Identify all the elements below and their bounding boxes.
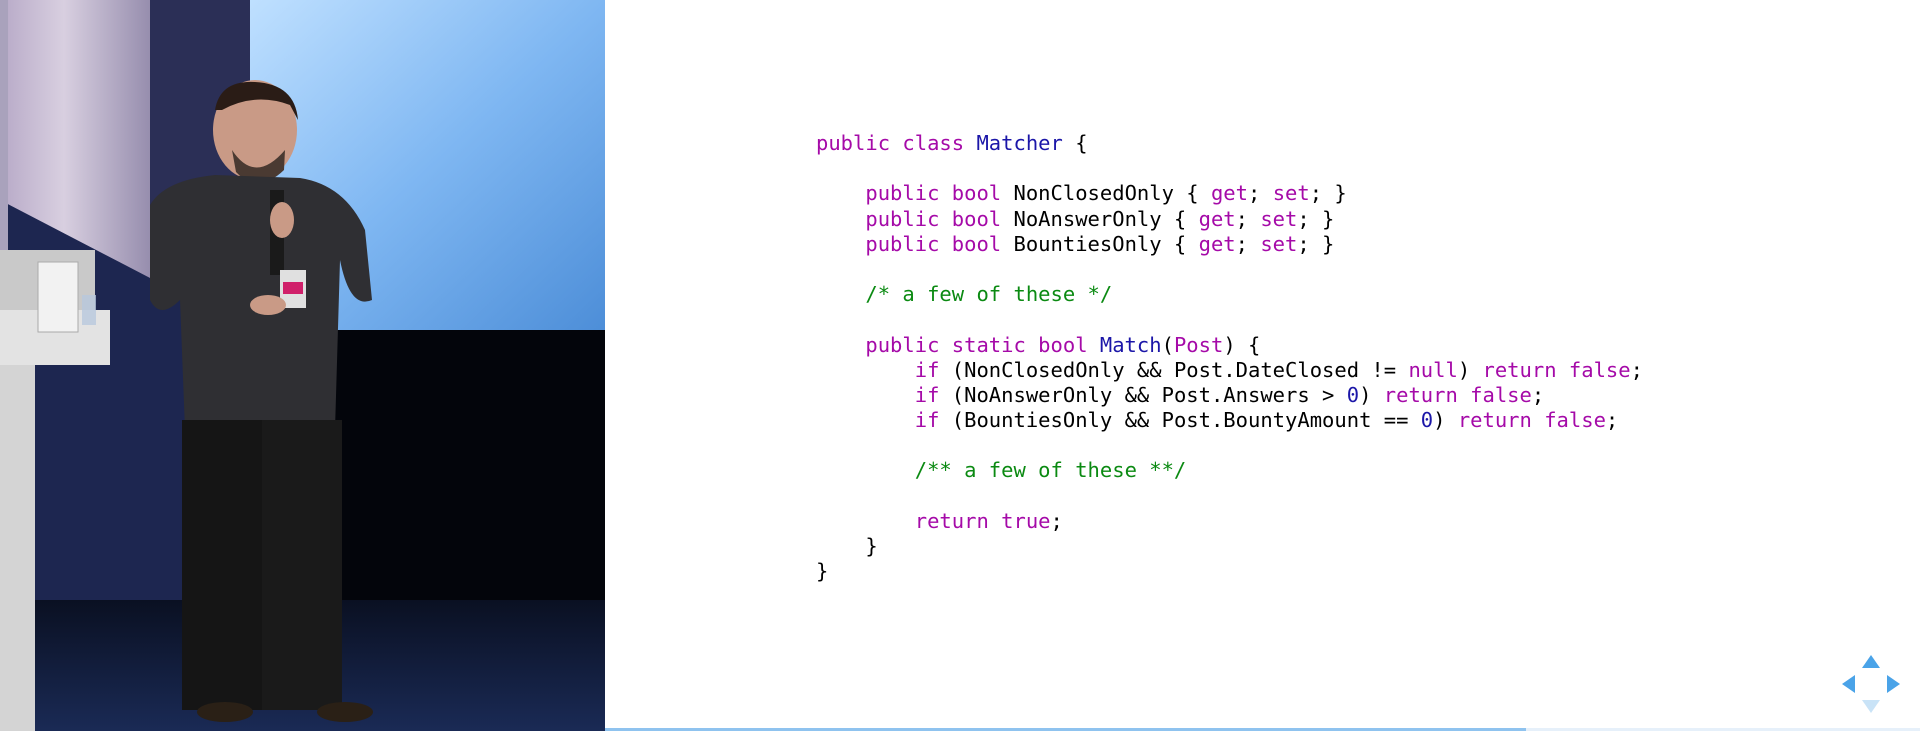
- code-token: 0: [1420, 408, 1434, 433]
- code-token: get: [1198, 206, 1236, 231]
- nav-left-icon[interactable]: [1842, 675, 1855, 693]
- code-token: Post: [1173, 332, 1224, 357]
- code-token: public bool: [865, 231, 1014, 256]
- code-line: if (NonClosedOnly && Post.DateClosed != …: [816, 358, 1643, 383]
- speaker-video: [0, 0, 605, 731]
- code-token: BountiesOnly {: [1013, 231, 1199, 256]
- code-token: /* a few of these */: [865, 282, 1113, 307]
- code-token: /** a few of these **/: [914, 458, 1187, 483]
- code-token: (NonClosedOnly && Post.DateClosed !=: [951, 357, 1409, 382]
- code-token: ) {: [1223, 332, 1261, 357]
- code-block: public class Matcher { public bool NonCl…: [816, 131, 1643, 584]
- code-token: ; }: [1309, 181, 1347, 206]
- code-token: ; }: [1297, 206, 1335, 231]
- code-line: public bool BountiesOnly { get; set; }: [816, 232, 1643, 257]
- code-token: ): [1433, 408, 1458, 433]
- nav-down-icon[interactable]: [1862, 700, 1880, 713]
- code-token: public bool: [865, 206, 1014, 231]
- code-token: 0: [1346, 382, 1360, 407]
- code-token: (NoAnswerOnly && Post.Answers >: [951, 382, 1347, 407]
- code-token: set: [1260, 231, 1298, 256]
- code-line: }: [816, 534, 1643, 559]
- slide-navigation-controls: [1842, 655, 1900, 713]
- code-token: public static bool: [865, 332, 1100, 357]
- code-token: (: [1161, 332, 1174, 357]
- code-line: }: [816, 559, 1643, 584]
- code-token: return false: [1383, 382, 1532, 407]
- code-token: public class: [816, 131, 977, 155]
- slide: public class Matcher { public bool NonCl…: [605, 0, 1920, 731]
- code-token: get: [1210, 181, 1248, 206]
- code-token: ): [1457, 357, 1483, 382]
- code-token: set: [1260, 206, 1298, 231]
- code-token: ;: [1630, 357, 1643, 382]
- code-token: ;: [1235, 231, 1261, 256]
- nav-up-icon[interactable]: [1862, 655, 1880, 668]
- code-token: }: [816, 559, 829, 584]
- code-line: /* a few of these */: [816, 282, 1643, 307]
- code-token: Matcher: [976, 131, 1063, 155]
- code-token: ;: [1605, 408, 1619, 433]
- code-token: null: [1408, 357, 1458, 382]
- code-token: ;: [1531, 382, 1545, 407]
- code-token: ;: [1248, 181, 1273, 206]
- code-token: ;: [1050, 508, 1063, 533]
- code-token: if: [914, 357, 952, 382]
- code-token: {: [1062, 131, 1088, 155]
- speaker-video-frame: [0, 0, 605, 731]
- code-line: if (BountiesOnly && Post.BountyAmount ==…: [816, 408, 1643, 433]
- code-token: ; }: [1297, 231, 1335, 256]
- code-token: get: [1198, 231, 1236, 256]
- code-token: (BountiesOnly && Post.BountyAmount ==: [951, 408, 1421, 433]
- code-token: ): [1359, 382, 1384, 407]
- code-token: set: [1272, 181, 1310, 206]
- code-token: return false: [1457, 408, 1606, 433]
- code-token: return false: [1482, 357, 1631, 382]
- code-token: NoAnswerOnly {: [1013, 206, 1199, 231]
- code-line: public bool NoAnswerOnly { get; set; }: [816, 207, 1643, 232]
- code-token: Match: [1099, 332, 1162, 357]
- code-line: return true;: [816, 509, 1643, 534]
- code-token: NonClosedOnly {: [1013, 181, 1211, 206]
- code-line: if (NoAnswerOnly && Post.Answers > 0) re…: [816, 383, 1643, 408]
- nav-right-icon[interactable]: [1887, 675, 1900, 693]
- code-line: public bool NonClosedOnly { get; set; }: [816, 181, 1643, 206]
- code-token: if: [914, 382, 952, 407]
- code-token: }: [816, 534, 878, 558]
- code-line: public static bool Match(Post) {: [816, 333, 1643, 358]
- code-token: return true: [914, 508, 1051, 533]
- code-token: ;: [1235, 206, 1261, 231]
- code-token: public bool: [865, 181, 1014, 206]
- code-token: if: [914, 408, 952, 433]
- code-line: public class Matcher {: [816, 131, 1643, 156]
- code-line: /** a few of these **/: [816, 458, 1643, 483]
